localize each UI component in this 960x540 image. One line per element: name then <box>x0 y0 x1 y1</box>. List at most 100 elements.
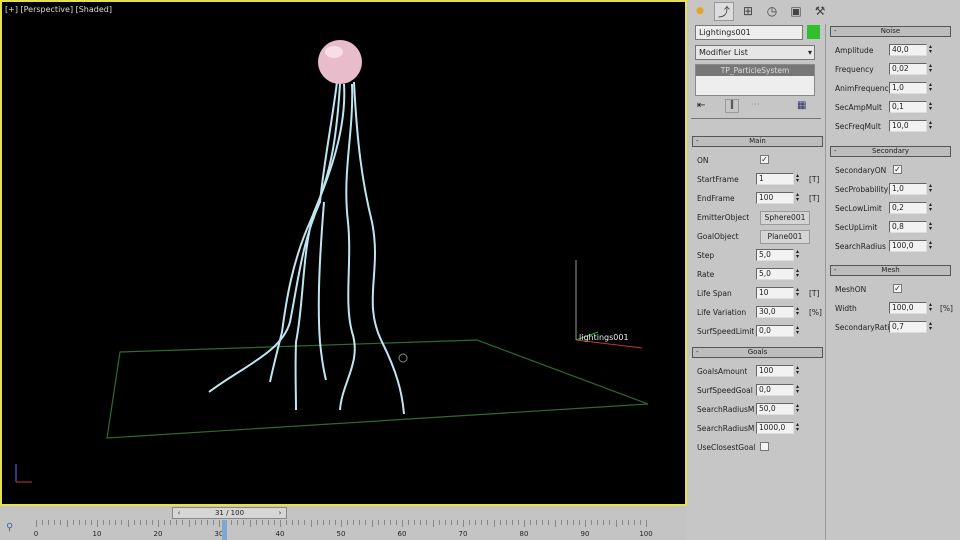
frame-tick <box>603 520 605 525</box>
perspective-viewport[interactable]: [+] [Perspective] [Shaded] lightings001 <box>0 0 687 506</box>
spinner-arrows-icon[interactable]: ▴ ▾ <box>929 302 935 313</box>
key-filter-icon[interactable]: ⚲ <box>6 522 13 533</box>
param-spinner-field[interactable]: 1,0 <box>889 82 927 94</box>
spinner-arrows-icon[interactable]: ▴ ▾ <box>796 268 802 279</box>
param-spinner-field[interactable]: 100,0 <box>889 302 927 314</box>
param-spinner-field[interactable]: 1000,0 <box>756 422 794 434</box>
spinner-arrows-icon[interactable]: ▴ ▾ <box>796 306 802 317</box>
modify-icon[interactable]: ⤴ <box>714 2 734 21</box>
param-label: Step <box>697 251 715 260</box>
frame-tick <box>493 520 495 527</box>
spinner-arrows-icon[interactable]: ▴ ▾ <box>796 249 802 260</box>
frame-tick <box>66 520 68 527</box>
frame-tick <box>572 520 574 525</box>
param-spinner-field[interactable]: 0,7 <box>889 321 927 333</box>
param-spinner-field[interactable]: 0,1 <box>889 101 927 113</box>
param-spinner-field[interactable]: 0,2 <box>889 202 927 214</box>
spinner-arrows-icon[interactable]: ▴ ▾ <box>796 384 802 395</box>
time-cursor[interactable] <box>222 520 228 540</box>
param-spinner-field[interactable]: 0,02 <box>889 63 927 75</box>
motion-icon[interactable]: ◷ <box>762 2 782 21</box>
spinner-arrows-icon[interactable]: ▴ ▾ <box>929 82 935 93</box>
rollout-noise-header[interactable]: - Noise <box>830 26 951 37</box>
object-name-field[interactable]: Lightings001 <box>695 25 803 40</box>
param-suffix[interactable]: [T] <box>809 175 819 184</box>
spinner-arrows-icon[interactable]: ▴ ▾ <box>796 287 802 298</box>
spinner-arrows-icon[interactable]: ▴ ▾ <box>796 325 802 336</box>
frame-tick <box>200 520 202 525</box>
configure-sets-icon[interactable]: ▦ <box>797 100 806 111</box>
param-checkbox[interactable]: ✓ <box>760 155 769 164</box>
param-spinner-field[interactable]: 100,0 <box>889 240 927 252</box>
frame-tick <box>219 520 220 527</box>
frame-label: 100 <box>639 530 653 538</box>
prev-frame-icon[interactable]: ‹ <box>174 508 184 518</box>
frame-tick <box>359 520 361 525</box>
spinner-arrows-icon[interactable]: ▴ ▾ <box>929 202 935 213</box>
modifier-list-dropdown[interactable]: Modifier List ▾ <box>695 45 815 60</box>
param-spinner-field[interactable]: 0,8 <box>889 221 927 233</box>
make-unique-icon[interactable]: ⋯ <box>751 100 760 110</box>
create-icon[interactable]: ✹ <box>690 2 710 21</box>
stack-item[interactable]: TP_ParticleSystem <box>696 65 814 76</box>
param-suffix[interactable]: [T] <box>809 289 819 298</box>
spinner-arrows-icon[interactable]: ▴ ▾ <box>929 120 935 131</box>
param-suffix[interactable]: [T] <box>809 194 819 203</box>
timeline[interactable]: ‹ 31 / 100 › ⚲ 0 10 20 30 40 50 60 70 80 90 100 <box>0 506 687 540</box>
param-label: EmitterObject <box>697 213 750 222</box>
spinner-arrows-icon[interactable]: ▴ ▾ <box>929 240 935 251</box>
spinner-arrows-icon[interactable]: ▴ ▾ <box>796 403 802 414</box>
param-checkbox[interactable]: ✓ <box>893 165 902 174</box>
show-end-result-icon[interactable]: ‖ <box>725 99 739 113</box>
spinner-arrows-icon[interactable]: ▴ ▾ <box>929 321 935 332</box>
spinner-arrows-icon[interactable]: ▴ ▾ <box>796 173 802 184</box>
next-frame-icon[interactable]: › <box>275 508 285 518</box>
param-label: SecondaryRatio <box>835 323 892 332</box>
spinner-arrows-icon[interactable]: ▴ ▾ <box>929 63 935 74</box>
param-spinner-field[interactable]: 0,0 <box>756 325 794 337</box>
spinner-arrows-icon[interactable]: ▴ ▾ <box>929 101 935 112</box>
rollout-mesh-header[interactable]: - Mesh <box>830 265 951 276</box>
param-spinner-field[interactable]: 0,0 <box>756 384 794 396</box>
track-bar[interactable]: ⚲ 0 10 20 30 40 50 60 70 80 90 100 <box>0 520 687 540</box>
param-spinner-field[interactable]: 10 <box>756 287 794 299</box>
param-suffix[interactable]: [%] <box>809 308 822 317</box>
spinner-arrows-icon[interactable]: ▴ ▾ <box>796 422 802 433</box>
pin-stack-icon[interactable]: ⇤ <box>697 100 705 111</box>
spinner-arrows-icon[interactable]: ▴ ▾ <box>929 44 935 55</box>
frame-tick <box>511 520 513 525</box>
display-icon[interactable]: ▣ <box>786 2 806 21</box>
param-checkbox[interactable] <box>760 442 769 451</box>
rollout-main-header[interactable]: - Main <box>692 136 823 147</box>
rollout-secondary-header[interactable]: - Secondary <box>830 146 951 157</box>
param-label: MeshON <box>835 285 867 294</box>
object-pick-button[interactable]: Sphere001 <box>760 211 810 225</box>
param-spinner-field[interactable]: 1,0 <box>889 183 927 195</box>
spinner-arrows-icon[interactable]: ▴ ▾ <box>796 192 802 203</box>
hierarchy-icon[interactable]: ⊞ <box>738 2 758 21</box>
spinner-arrows-icon[interactable]: ▴ ▾ <box>929 221 935 232</box>
frame-tick <box>84 520 86 525</box>
param-checkbox[interactable]: ✓ <box>893 284 902 293</box>
time-slider[interactable]: ‹ 31 / 100 › <box>172 507 287 519</box>
param-spinner-field[interactable]: 10,0 <box>889 120 927 132</box>
frame-tick <box>463 520 464 527</box>
param-spinner-field[interactable]: 40,0 <box>889 44 927 56</box>
spinner-arrows-icon[interactable]: ▴ ▾ <box>929 183 935 194</box>
param-spinner-field[interactable]: 1 <box>756 173 794 185</box>
viewport-label[interactable]: [+] [Perspective] [Shaded] <box>5 5 112 14</box>
object-color-swatch[interactable] <box>807 25 820 39</box>
param-spinner-field[interactable]: 100 <box>756 365 794 377</box>
param-spinner-field[interactable]: 5,0 <box>756 268 794 280</box>
param-suffix[interactable]: [%] <box>940 304 953 313</box>
frame-tick <box>444 520 446 525</box>
param-spinner-field[interactable]: 50,0 <box>756 403 794 415</box>
spinner-arrows-icon[interactable]: ▴ ▾ <box>796 365 802 376</box>
utilities-icon[interactable]: ⚒ <box>810 2 830 21</box>
rollout-goals-header[interactable]: - Goals <box>692 347 823 358</box>
object-pick-button[interactable]: Plane001 <box>760 230 810 244</box>
param-spinner-field[interactable]: 100 <box>756 192 794 204</box>
param-spinner-field[interactable]: 30,0 <box>756 306 794 318</box>
param-spinner-field[interactable]: 5,0 <box>756 249 794 261</box>
frame-tick <box>353 520 355 525</box>
